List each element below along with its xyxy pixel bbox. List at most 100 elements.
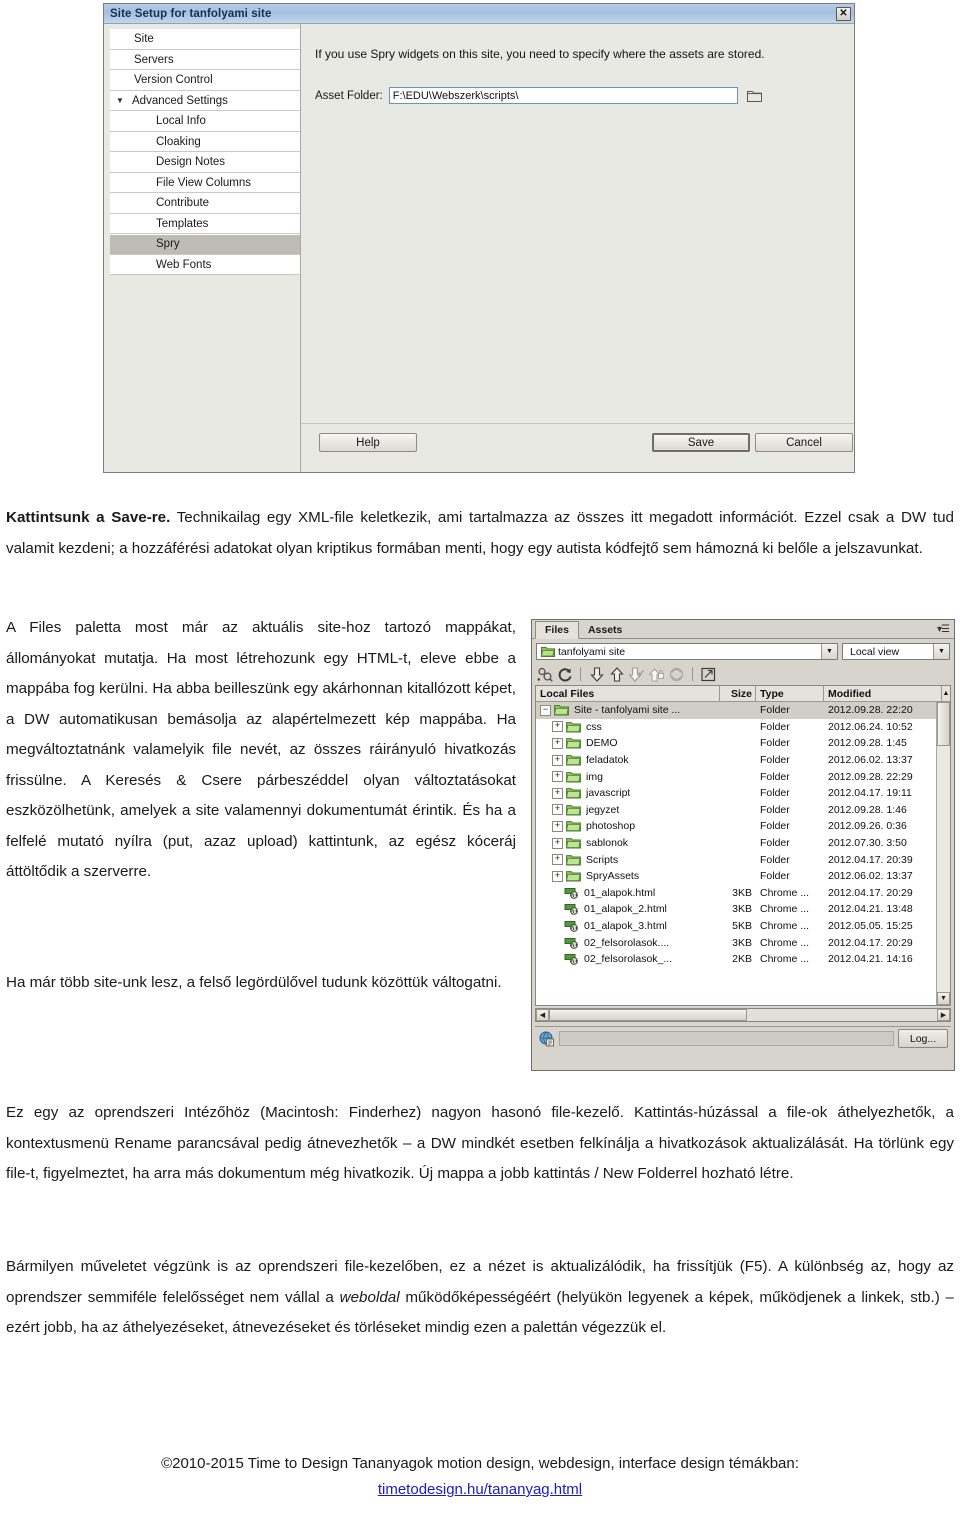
scroll-left-button[interactable]: ◀	[536, 1009, 549, 1021]
folder-icon	[554, 704, 569, 716]
file-modified: 2012.06.02. 13:37	[828, 870, 913, 883]
html-file-icon	[564, 920, 579, 932]
dialog-nav-item-contribute[interactable]: Contribute	[110, 193, 300, 214]
files-table-row[interactable]: 01_alapok_2.html 3KB Chrome ... 2012.04.21.…	[536, 901, 950, 918]
cancel-button[interactable]: Cancel	[755, 433, 853, 452]
chevron-down-icon[interactable]: ▼	[933, 644, 949, 659]
files-table: Local Files Size Type Modified ▲ − Site -…	[535, 685, 951, 1006]
dialog-nav-item-templates[interactable]: Templates	[110, 213, 300, 234]
check-out-icon[interactable]	[628, 666, 645, 683]
dialog-nav-item-file-view-columns[interactable]: File View Columns	[110, 172, 300, 193]
put-files-icon[interactable]	[608, 666, 625, 683]
expand-icon[interactable]: +	[552, 787, 563, 799]
expand-icon[interactable]: +	[552, 820, 563, 832]
file-modified: 2012.09.26. 0:36	[828, 820, 907, 833]
help-button[interactable]: Help	[319, 433, 417, 452]
dialog-nav-item-version-control[interactable]: Version Control	[110, 70, 300, 91]
folder-icon	[566, 854, 581, 866]
file-name: css	[586, 720, 602, 733]
files-table-row[interactable]: + sablonok Folder 2012.07.30. 3:50	[536, 835, 950, 852]
dialog-nav-item-servers[interactable]: Servers	[110, 49, 300, 70]
asset-folder-label: Asset Folder:	[315, 89, 383, 102]
expand-icon[interactable]: +	[552, 771, 563, 783]
log-button[interactable]: Log...	[898, 1029, 948, 1048]
file-type: Chrome ...	[760, 920, 810, 933]
files-vertical-scrollbar[interactable]: ▼	[936, 702, 950, 1005]
chevron-down-icon[interactable]: ▼	[110, 96, 130, 105]
horizontal-scroll-track[interactable]	[549, 1009, 937, 1021]
globe-status-icon	[539, 1031, 555, 1047]
dialog-nav-item-spry[interactable]: Spry	[110, 234, 300, 255]
panel-menu-icon[interactable]: ▾☰	[937, 624, 950, 635]
files-table-row[interactable]: 02_felsorolasok.... 3KB Chrome ... 2012.04.…	[536, 934, 950, 951]
paragraph-os-vs-dw: Bármilyen műveletet végzünk is az oprend…	[6, 1258, 954, 1336]
footer-link[interactable]: timetodesign.hu/tananyag.html	[0, 1477, 960, 1503]
folder-icon	[566, 837, 581, 849]
file-type: Folder	[760, 754, 790, 767]
collapse-icon[interactable]: −	[540, 704, 551, 716]
files-table-row[interactable]: 01_alapok.html 3KB Chrome ... 2012.04.17. 2…	[536, 885, 950, 902]
expand-icon[interactable]: +	[552, 854, 563, 866]
dialog-nav-item-cloaking[interactable]: Cloaking	[110, 131, 300, 152]
view-select[interactable]: Local view ▼	[842, 643, 950, 660]
synchronize-icon[interactable]	[668, 666, 685, 683]
column-header-modified[interactable]: Modified	[824, 686, 942, 701]
files-table-row[interactable]: 02_felsorolasok_... 2KB Chrome ... 2012.04.…	[536, 951, 950, 968]
dialog-title: Site Setup for tanfolyami site	[110, 7, 272, 20]
refresh-icon[interactable]	[556, 666, 573, 683]
expand-collapse-icon[interactable]	[700, 666, 717, 683]
get-files-icon[interactable]	[588, 666, 605, 683]
scroll-right-button[interactable]: ▶	[937, 1009, 950, 1021]
file-name: 02_felsorolasok....	[584, 936, 670, 949]
files-table-row[interactable]: + SpryAssets Folder 2012.06.02. 13:37	[536, 868, 950, 885]
chevron-down-icon[interactable]: ▼	[821, 644, 837, 659]
files-table-row[interactable]: 01_alapok_3.html 5KB Chrome ... 2012.05.05.…	[536, 918, 950, 935]
expand-icon[interactable]: +	[552, 737, 563, 749]
tab-assets[interactable]: Assets	[578, 622, 632, 638]
file-type: Folder	[760, 870, 790, 883]
column-header-size[interactable]: Size	[720, 686, 756, 701]
file-type: Folder	[760, 820, 790, 833]
dialog-category-list: Site Servers Version Control ▼ Advanced Sett…	[104, 24, 301, 472]
files-table-row[interactable]: + javascript Folder 2012.04.17. 19:11	[536, 785, 950, 802]
vertical-scroll-thumb[interactable]	[937, 702, 950, 746]
dialog-nav-item-advanced-settings[interactable]: ▼ Advanced Settings	[110, 90, 300, 111]
expand-icon[interactable]: +	[552, 754, 563, 766]
files-table-row[interactable]: + jegyzet Folder 2012.09.28. 1:46	[536, 802, 950, 819]
dialog-nav-item-site[interactable]: Site	[110, 29, 300, 50]
toolbar-separator	[580, 667, 581, 681]
dialog-nav-item-local-info[interactable]: Local Info	[110, 111, 300, 132]
connect-to-remote-host-icon[interactable]	[536, 666, 553, 683]
column-header-local-files[interactable]: Local Files	[536, 686, 720, 701]
files-table-row[interactable]: + img Folder 2012.09.28. 22:29	[536, 768, 950, 785]
file-type: Folder	[760, 853, 790, 866]
expand-icon[interactable]: +	[552, 870, 563, 882]
asset-folder-input[interactable]	[388, 87, 738, 105]
files-table-row[interactable]: + css Folder 2012.06.24. 10:52	[536, 719, 950, 736]
dialog-nav-item-design-notes[interactable]: Design Notes	[110, 152, 300, 173]
site-select[interactable]: tanfolyami site ▼	[536, 643, 838, 660]
files-horizontal-scrollbar[interactable]: ◀ ▶	[535, 1008, 951, 1022]
expand-icon[interactable]: +	[552, 804, 563, 816]
expand-icon[interactable]: +	[552, 837, 563, 849]
column-header-type[interactable]: Type	[756, 686, 824, 701]
file-name: 01_alapok_3.html	[584, 920, 667, 933]
file-name: Scripts	[586, 853, 619, 866]
dialog-nav-item-web-fonts[interactable]: Web Fonts	[110, 254, 300, 275]
expand-icon[interactable]: +	[552, 721, 563, 733]
sort-arrow-icon[interactable]: ▲	[942, 686, 950, 701]
folder-icon	[566, 787, 581, 799]
tab-files[interactable]: Files	[535, 621, 579, 639]
check-in-icon[interactable]	[648, 666, 665, 683]
file-type: Chrome ...	[760, 953, 810, 966]
files-table-row[interactable]: − Site - tanfolyami site ... Folder 2012.09…	[536, 702, 950, 719]
close-icon[interactable]: ✕	[836, 6, 851, 21]
horizontal-scroll-thumb[interactable]	[549, 1009, 747, 1021]
files-table-row[interactable]: + DEMO Folder 2012.09.28. 1:45	[536, 735, 950, 752]
browse-folder-icon[interactable]	[746, 89, 762, 103]
files-table-row[interactable]: + feladatok Folder 2012.06.02. 13:37	[536, 752, 950, 769]
scroll-down-button[interactable]: ▼	[937, 992, 950, 1005]
save-button[interactable]: Save	[652, 433, 750, 452]
files-table-row[interactable]: + photoshop Folder 2012.09.26. 0:36	[536, 818, 950, 835]
files-table-row[interactable]: + Scripts Folder 2012.04.17. 20:39	[536, 851, 950, 868]
